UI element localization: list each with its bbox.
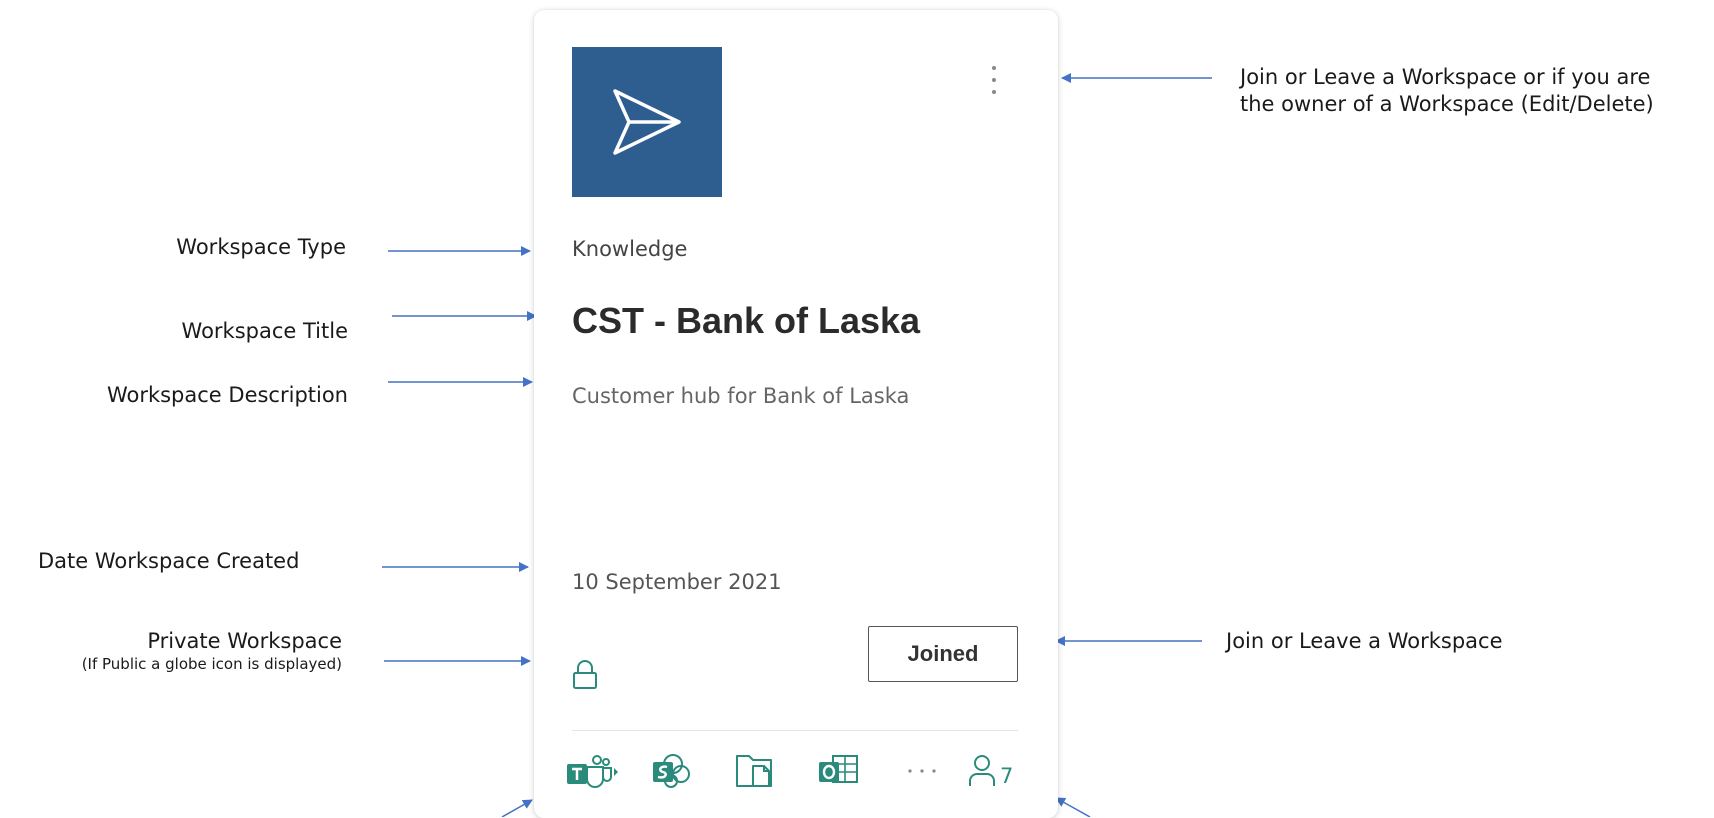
person-icon <box>969 755 995 786</box>
members-button[interactable]: 7 <box>968 748 1013 794</box>
outlook-link[interactable] <box>816 748 862 794</box>
app-links-row: 7 <box>564 748 1024 794</box>
annotation-join-leave: Join or Leave a Workspace <box>1226 629 1503 653</box>
files-link[interactable] <box>732 748 778 794</box>
sharepoint-icon <box>653 754 690 788</box>
member-count: 7 <box>1000 764 1014 788</box>
sharepoint-link[interactable] <box>650 748 696 794</box>
annotation-menu-line2: the owner of a Workspace (Edit/Delete) <box>1240 92 1654 117</box>
joined-button[interactable]: Joined <box>868 626 1018 682</box>
annotation-workspace-type: Workspace Type <box>176 235 346 259</box>
teams-icon <box>567 755 618 788</box>
card-divider <box>572 730 1018 731</box>
arrow-bottom-left <box>501 799 533 817</box>
arrow-bottom-right <box>1055 797 1091 817</box>
annotation-private-note: (If Public a globe icon is displayed) <box>81 655 342 674</box>
more-apps-button[interactable] <box>902 748 942 794</box>
annotation-menu: Join or Leave a Workspace or if you are … <box>1240 64 1654 119</box>
lock-icon <box>573 660 597 689</box>
teams-link[interactable] <box>564 748 620 794</box>
workspace-created-date: 10 September 2021 <box>572 570 782 594</box>
card-menu-button[interactable] <box>982 60 1006 100</box>
annotation-private-workspace: Private Workspace (If Public a globe ico… <box>82 628 342 675</box>
files-icon <box>736 755 772 787</box>
workspace-card[interactable]: Knowledge CST - Bank of Laska Customer h… <box>534 10 1058 818</box>
workspace-type: Knowledge <box>572 237 688 261</box>
annotation-workspace-description: Workspace Description <box>106 383 348 407</box>
more-horizontal-icon <box>908 769 936 773</box>
annotation-date-created: Date Workspace Created <box>38 549 300 573</box>
workspace-title[interactable]: CST - Bank of Laska <box>572 300 920 342</box>
annotation-menu-line1: Join or Leave a Workspace or if you are <box>1240 65 1651 89</box>
outlook-icon <box>819 755 858 783</box>
annotation-workspace-title: Workspace Title <box>181 319 348 343</box>
send-arrow-icon <box>613 89 681 155</box>
workspace-logo <box>572 47 722 197</box>
more-vertical-icon <box>992 66 996 94</box>
workspace-description: Customer hub for Bank of Laska <box>572 384 910 408</box>
annotation-private-label: Private Workspace <box>147 629 342 653</box>
